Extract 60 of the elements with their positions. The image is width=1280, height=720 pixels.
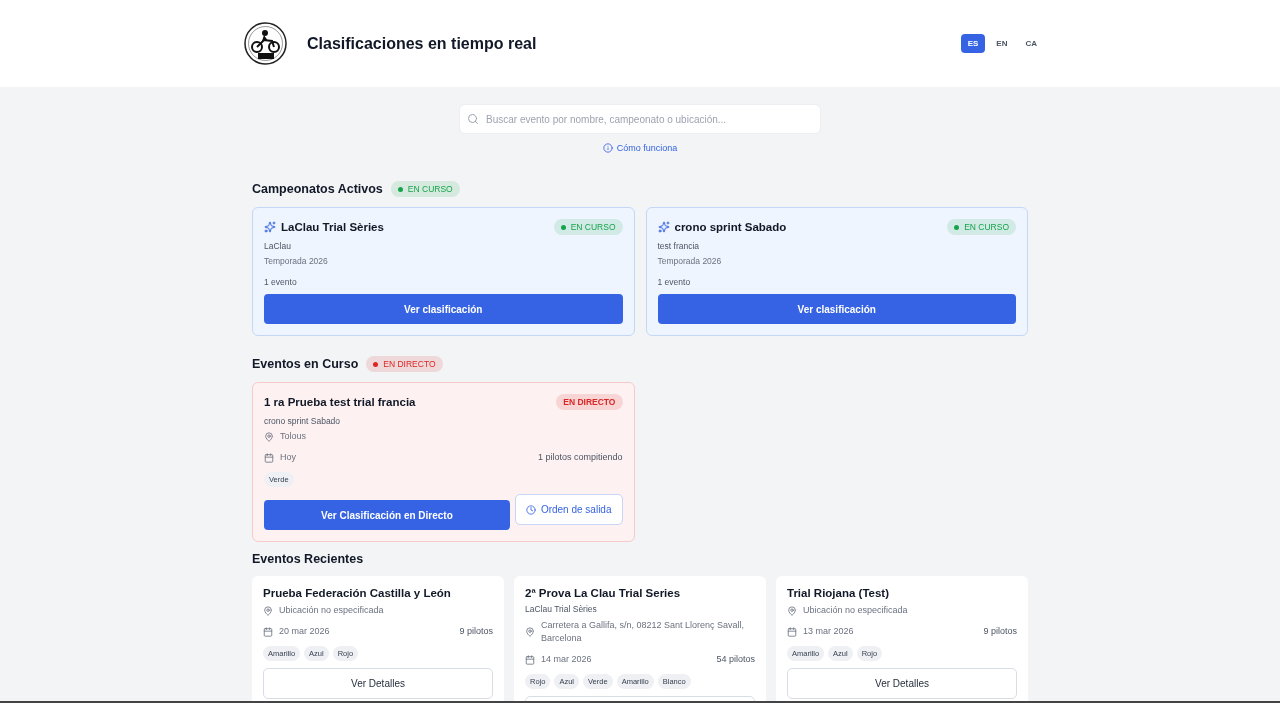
card-title: 1 ra Prueba test trial francia: [264, 396, 416, 408]
location-text: Carretera a Gallifa, s/n, 08212 Sant Llorenç Savall, Barcelona: [541, 619, 746, 646]
info-icon: [602, 143, 613, 153]
card-title: LaClau Trial Sèries: [281, 221, 384, 233]
status-label: EN CURSO: [407, 184, 453, 194]
date-text: 13 mar 2026: [803, 625, 854, 639]
organizer-text: LaClau: [264, 241, 292, 251]
section-title: Eventos Recientes: [252, 552, 364, 567]
season-text: Temporada 2026: [657, 256, 723, 266]
pilot-count: 9 pilotos: [459, 625, 493, 639]
help-link[interactable]: Cómo funciona: [602, 143, 678, 153]
season-text: Temporada 2026: [264, 256, 329, 266]
location-pin-icon: [525, 627, 535, 638]
pilot-count: 54 pilotos: [716, 653, 755, 667]
date-text: 14 mar 2026: [541, 653, 592, 667]
section-title: Campeonatos Activos: [252, 182, 383, 196]
calendar-icon: [263, 626, 273, 637]
location-text: Ubicación no especificada: [279, 604, 384, 618]
clock-icon: [525, 504, 536, 515]
search-icon: [467, 113, 479, 125]
details-button[interactable]: Ver Detalles: [787, 668, 1017, 700]
language-button[interactable]: EN: [989, 34, 1015, 53]
status-label: EN CURSO: [570, 222, 616, 232]
event-count: 1 evento: [657, 277, 692, 287]
calendar-icon: [525, 654, 535, 665]
sparkle-icon: [264, 221, 276, 233]
card-title: crono sprint Sabado: [674, 221, 787, 233]
language-button[interactable]: CA: [1018, 34, 1044, 53]
location-pin-icon: [787, 605, 797, 616]
view-standings-button[interactable]: Ver clasificación: [657, 294, 1016, 324]
card-title: 2ª Prova La Clau Trial Series: [525, 587, 682, 600]
event-count: 1 evento: [264, 277, 298, 287]
view-standings-button[interactable]: Ver clasificación: [264, 294, 623, 324]
live-standings-button[interactable]: Ver Clasificación en Directo: [264, 500, 510, 531]
championship-text: LaClau Trial Sèries: [525, 604, 598, 615]
language-button[interactable]: ES: [960, 34, 986, 53]
details-button[interactable]: Ver Detalles: [263, 668, 493, 700]
date-text: Hoy: [280, 451, 296, 465]
pilot-count: 1 pilotos compitiendo: [537, 451, 623, 465]
location-text: Tolous: [280, 430, 306, 443]
status-label: EN DIRECTO: [383, 359, 436, 369]
calendar-icon: [264, 452, 274, 463]
status-label: EN CURSO: [964, 222, 1009, 232]
search-field[interactable]: Buscar evento por nombre, campeonato o ubicación...: [459, 104, 821, 134]
date-text: 20 mar 2026: [279, 625, 330, 639]
status-label: EN DIRECTO: [563, 397, 616, 407]
calendar-icon: [787, 626, 797, 637]
card-title: Trial Riojana (Test): [787, 587, 891, 600]
start-order-button[interactable]: Orden de salida: [514, 494, 623, 526]
location-pin-icon: [263, 605, 273, 616]
pilot-count: 9 pilotos: [983, 625, 1017, 639]
sparkle-icon: [657, 221, 670, 233]
card-title: Prueba Federación Castilla y León: [263, 587, 452, 600]
section-title: Eventos en Curso: [252, 357, 359, 371]
location-pin-icon: [264, 431, 274, 442]
logo-icon: [244, 22, 287, 65]
championship-text: crono sprint Sabado: [264, 416, 342, 426]
organizer-text: test francia: [657, 241, 701, 251]
location-text: Ubicación no especificada: [803, 604, 908, 618]
page-title: Clasificaciones en tiempo real: [307, 34, 538, 53]
